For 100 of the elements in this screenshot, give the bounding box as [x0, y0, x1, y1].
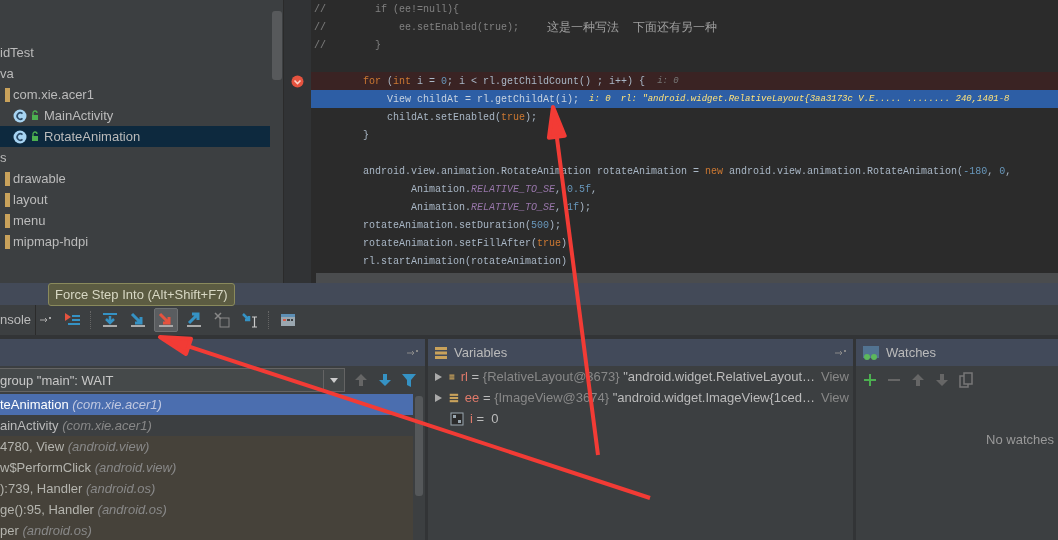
code-text: 这是一种写法 [547, 18, 620, 36]
tree-label: drawable [13, 171, 66, 186]
scrollbar[interactable] [316, 273, 1058, 283]
code-text: 0.5f [567, 183, 592, 195]
code-text: for [363, 75, 381, 87]
console-tab[interactable]: nsole [0, 305, 37, 335]
pin-icon[interactable] [407, 347, 419, 358]
tree-label: RotateAnimation [44, 129, 141, 144]
code-text: int [393, 75, 412, 87]
tree-item[interactable]: va [0, 63, 270, 84]
code-text: rotateAnimation.setDuration( [363, 219, 532, 231]
code-text: } [363, 129, 369, 141]
comment-mark: // [314, 3, 326, 15]
filter-icon[interactable] [401, 372, 417, 388]
add-icon[interactable] [862, 372, 878, 388]
step-into-icon [129, 311, 148, 329]
pin-icon[interactable] [40, 315, 53, 325]
arrow-down-icon[interactable] [377, 372, 393, 388]
tree-item[interactable]: drawable [0, 168, 270, 189]
code-text: Animation. [410, 201, 472, 213]
tree-item[interactable]: mipmap-hdpi [0, 231, 270, 252]
code-text: new [705, 165, 724, 177]
code-text: android.view.animation.RotateAnimation( [728, 165, 964, 177]
tree-label: menu [13, 213, 46, 228]
step-over-icon [101, 311, 120, 329]
variable-entry[interactable]: i = 0 [470, 411, 853, 426]
code-text: Animation. [410, 183, 472, 195]
expand-arrow-icon[interactable] [434, 371, 443, 382]
tree-label: MainActivity [44, 108, 114, 123]
code-text: RELATIVE_TO_SE [471, 183, 556, 195]
tree-item[interactable]: MainActivity [0, 105, 270, 126]
code-text: View childAt = rl.getChildAt(i); [386, 93, 580, 105]
class-icon [13, 129, 41, 144]
code-text: i = [416, 75, 437, 87]
tree-item[interactable]: s [0, 147, 270, 168]
tooltip: Force Step Into (Alt+Shift+F7) [48, 283, 235, 306]
stack-frame[interactable]: ge():95, Handler (android.os) [0, 499, 413, 520]
class-icon [13, 108, 41, 123]
code-text: if (ee!=null){ [374, 3, 459, 15]
code-text: -180 [963, 165, 988, 177]
code-text: 0 [441, 75, 448, 87]
code-text: ( [386, 75, 394, 87]
code-text: , [987, 165, 995, 177]
copy-icon[interactable] [958, 372, 974, 388]
tree-item[interactable]: idTest [0, 42, 270, 63]
primitive-icon [450, 411, 464, 426]
tree-item[interactable]: RotateAnimation [0, 126, 270, 147]
code-text: true [537, 237, 562, 249]
code-text: i: 0 [589, 94, 611, 104]
tree-label: layout [13, 192, 48, 207]
code-text: rl.startAnimation(rotateAnimation) [363, 255, 568, 267]
variable-type: View [821, 390, 850, 405]
folder-icon [5, 234, 10, 249]
stack-frame[interactable]: w$PerformClick (android.view) [0, 457, 413, 478]
tree-item[interactable]: com.xie.acer1 [0, 84, 270, 105]
stack-frame[interactable]: teAnimation (com.xie.acer1) [0, 394, 413, 415]
tree-label: s [0, 150, 7, 165]
stack-frame[interactable]: ):739, Handler (android.os) [0, 478, 413, 499]
thread-dropdown[interactable]: group "main": WAIT [0, 368, 345, 392]
stack-frame[interactable]: per (android.os) [0, 520, 413, 540]
force-step-into-icon [157, 311, 176, 329]
tree-label: idTest [0, 45, 34, 60]
code-text: , [555, 201, 563, 213]
code-text: , [591, 183, 598, 195]
glasses-icon [862, 344, 880, 361]
arrow-up-icon[interactable] [353, 372, 369, 388]
stack-frame[interactable]: 4780, View (android.view) [0, 436, 413, 457]
code-text: RELATIVE_TO_SE [471, 201, 556, 213]
step-out-icon [185, 311, 204, 329]
code-text: 下面还有另一种 [633, 18, 718, 36]
expand-arrow-icon[interactable] [434, 392, 443, 403]
force-step-into-button[interactable] [154, 308, 179, 332]
code-text: ee.setEnabled(true); [398, 21, 520, 33]
tree-label: com.xie.acer1 [13, 87, 94, 102]
scrollbar[interactable] [272, 11, 282, 80]
code-text: ); [525, 111, 538, 123]
code-text: rotateAnimation.setFillAfter( [363, 237, 538, 249]
code-text: 500 [531, 219, 550, 231]
breakpoint-icon[interactable] [291, 74, 304, 88]
tree-item[interactable]: layout [0, 189, 270, 210]
tree-item[interactable]: menu [0, 210, 270, 231]
code-text: childAt.setEnabled( [386, 111, 502, 123]
folder-icon [5, 192, 10, 207]
scrollbar[interactable] [415, 396, 423, 496]
tree-label: va [0, 66, 14, 81]
panel-title: Watches [886, 345, 937, 360]
pin-icon[interactable] [835, 347, 847, 358]
drop-frame-icon [213, 311, 232, 329]
code-text: 0 [999, 165, 1006, 177]
code-text: ); [579, 201, 592, 213]
code-text: ); [549, 219, 562, 231]
panel-title: Variables [454, 345, 508, 360]
arrow-down-icon[interactable] [934, 372, 950, 388]
code-text: , [1005, 165, 1012, 177]
code-text: rl: "android.widget.RelativeLayout{3aa3173c V.E..... ........ 240,1401-8 [620, 94, 1010, 104]
evaluate-icon [279, 311, 298, 329]
code-text: true [501, 111, 526, 123]
arrow-up-icon[interactable] [910, 372, 926, 388]
folder-icon [5, 171, 10, 186]
empty-message: No watches [985, 431, 1055, 447]
